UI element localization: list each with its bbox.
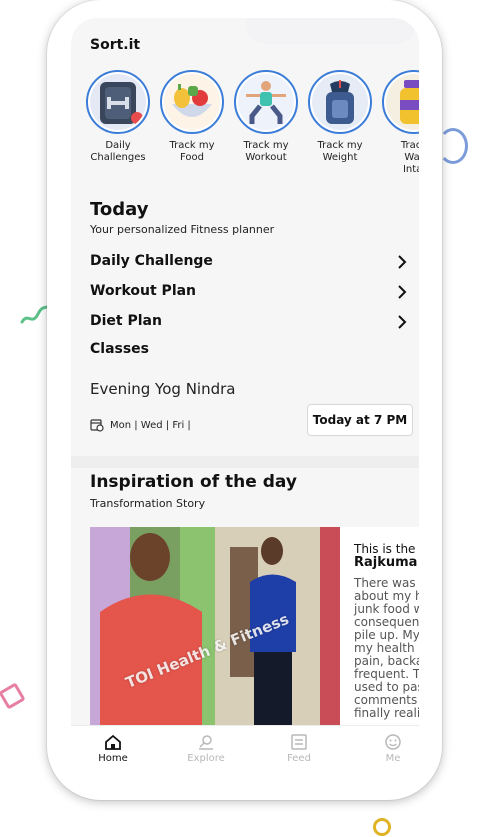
app-screen: Sort.it Daily Challenges Track my Food T… [71,18,419,778]
phone-notch [246,18,416,44]
today-subtitle: Your personalized Fitness planner [90,223,275,236]
today-heading: Today [90,199,149,220]
class-time-button[interactable]: Today at 7 PM [307,404,413,436]
menu-label: Daily Challenge [90,253,213,269]
nav-me[interactable]: Me [363,734,419,764]
smiley-icon [385,734,401,750]
story-track-weight[interactable]: Track my Weight [303,70,377,164]
transformation-photo: TOI Health & Fitness [90,527,340,727]
menu-label: Classes [90,341,150,357]
class-days: Mon | Wed | Fri | [110,419,191,431]
app-title: Sort.it [90,37,141,53]
story-body: There was a about my he junk food w cons… [354,576,419,720]
workout-person-icon [246,81,286,124]
bottom-navigation: Home Explore Feed Me [71,725,419,778]
story-track-food[interactable]: Track my Food [155,70,229,164]
menu-label: Workout Plan [90,283,197,299]
calendar-clock-icon [90,419,104,432]
menu-classes[interactable]: Classes [90,339,413,363]
weight-scale-icon [326,80,354,124]
food-bowl-icon [172,84,212,117]
story-daily-challenges[interactable]: Daily Challenges [81,70,155,164]
nav-home[interactable]: Home [83,734,143,764]
chevron-right-icon [398,285,407,299]
menu-diet-plan[interactable]: Diet Plan [90,311,413,335]
section-divider [71,456,419,468]
story-person-name: Rajkuma [354,555,418,570]
water-bottle-icon [400,80,419,124]
nav-feed[interactable]: Feed [269,734,329,764]
story-track-workout[interactable]: Track my Workout [229,70,303,164]
menu-workout-plan[interactable]: Workout Plan [90,281,413,305]
chevron-right-icon [398,315,407,329]
decorative-ring [438,128,468,164]
home-icon [105,734,121,750]
class-name: Evening Yog Nindra [90,380,236,398]
nav-explore[interactable]: Explore [176,734,236,764]
inspiration-heading: Inspiration of the day [90,472,297,492]
inspiration-subtitle: Transformation Story [90,497,206,510]
decorative-circle [373,818,391,836]
menu-label: Diet Plan [90,313,162,329]
transformation-story-card[interactable]: TOI Health & Fitness This is the Rajkuma… [90,527,419,727]
menu-daily-challenge[interactable]: Daily Challenge [90,251,413,275]
chevron-right-icon [398,255,407,269]
feed-icon [291,734,307,750]
story-text: This is the Rajkuma There was a about my… [354,543,419,720]
explore-icon [199,735,213,750]
story-carousel[interactable]: Daily Challenges Track my Food Track my … [81,70,419,190]
story-track-water[interactable]: TrackWatIntal [377,70,419,176]
dumbbell-icon [100,82,143,124]
class-schedule: Mon | Wed | Fri | [90,418,191,432]
decorative-square [0,682,26,710]
